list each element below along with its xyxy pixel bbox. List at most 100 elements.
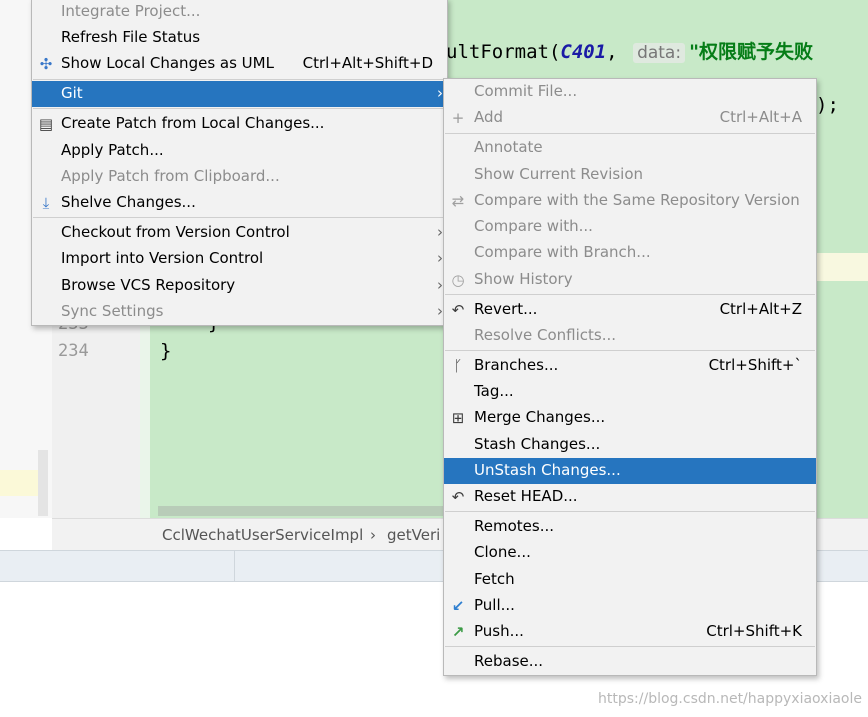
git-submenu: Commit File... + Add Ctrl+Alt+A Annotate… — [443, 78, 817, 676]
menu-item-rebase[interactable]: Rebase... — [444, 649, 816, 675]
menu-item-label: Apply Patch from Clipboard... — [61, 167, 280, 185]
watermark: https://blog.csdn.net/happyxiaoxiaole — [598, 691, 862, 707]
menu-item-add[interactable]: + Add Ctrl+Alt+A — [444, 105, 816, 131]
menu-separator — [33, 217, 446, 218]
push-icon: ↗ — [451, 623, 465, 641]
menu-item-tag[interactable]: Tag... — [444, 379, 816, 405]
menu-item-label: Shelve Changes... — [61, 193, 196, 211]
menu-item-import[interactable]: Import into Version Control › — [32, 246, 447, 272]
menu-separator — [445, 294, 815, 295]
breadcrumb-method[interactable]: getVeri — [387, 526, 440, 544]
menu-item-label: Show Local Changes as UML — [61, 54, 274, 72]
menu-item-annotate[interactable]: Annotate — [444, 135, 816, 161]
menu-item-commit-file[interactable]: Commit File... — [444, 79, 816, 105]
menu-item-fetch[interactable]: Fetch — [444, 567, 816, 593]
history-icon: ◷ — [451, 271, 465, 289]
merge-icon: ⊞ — [451, 409, 465, 427]
menu-item-resolve-conflicts[interactable]: Resolve Conflicts... — [444, 323, 816, 349]
menu-separator — [445, 646, 815, 647]
menu-item-label: Compare with... — [474, 217, 593, 235]
code-line-end: ); — [816, 94, 839, 116]
branch-icon: ᚴ — [453, 357, 463, 375]
menu-separator — [445, 350, 815, 351]
menu-item-refresh-file-status[interactable]: Refresh File Status — [32, 25, 447, 51]
menu-item-revert[interactable]: ↶ Revert... Ctrl+Alt+Z — [444, 297, 816, 323]
create-patch-icon: ▤ — [38, 115, 54, 133]
menu-item-shortcut: Ctrl+Alt+Z — [719, 300, 802, 318]
menu-item-label: Git — [61, 84, 83, 102]
menu-item-label: Compare with Branch... — [474, 243, 651, 261]
menu-item-unstash-changes[interactable]: UnStash Changes... — [444, 458, 816, 484]
menu-item-label: UnStash Changes... — [474, 461, 621, 479]
shelve-icon: ⤓ — [42, 194, 50, 212]
menu-item-label: Commit File... — [474, 82, 578, 100]
menu-item-label: Create Patch from Local Changes... — [61, 114, 325, 132]
menu-item-clone[interactable]: Clone... — [444, 540, 816, 566]
menu-item-label: Pull... — [474, 596, 515, 614]
breadcrumb-separator: › — [370, 526, 376, 544]
menu-item-label: Sync Settings — [61, 302, 164, 320]
menu-item-label: Reset HEAD... — [474, 487, 578, 505]
menu-item-show-current-revision[interactable]: Show Current Revision — [444, 162, 816, 188]
menu-item-label: Browse VCS Repository — [61, 276, 236, 294]
line-number: 234 — [58, 341, 89, 361]
caret-line-highlight — [816, 253, 868, 281]
code-constant: C401 — [560, 41, 607, 63]
menu-item-label: Clone... — [474, 543, 531, 561]
menu-item-checkout[interactable]: Checkout from Version Control › — [32, 220, 447, 246]
code-brace: } — [160, 340, 172, 362]
menu-item-label: Add — [474, 108, 504, 126]
menu-item-create-patch[interactable]: ▤ Create Patch from Local Changes... — [32, 111, 447, 137]
menu-item-label: Checkout from Version Control — [61, 223, 290, 241]
code-text: , — [606, 41, 618, 63]
menu-item-git[interactable]: Git › — [32, 81, 447, 107]
menu-item-compare-with[interactable]: Compare with... — [444, 214, 816, 240]
menu-item-browse-vcs[interactable]: Browse VCS Repository › — [32, 273, 447, 299]
menu-item-show-history[interactable]: ◷ Show History — [444, 267, 816, 293]
menu-item-shelve-changes[interactable]: ⤓ Shelve Changes... — [32, 190, 447, 216]
menu-separator — [445, 133, 815, 134]
menu-separator — [445, 511, 815, 512]
menu-item-label: Remotes... — [474, 517, 554, 535]
menu-item-apply-patch[interactable]: Apply Patch... — [32, 138, 447, 164]
code-string: "权限赋予失败 — [689, 41, 813, 63]
menu-item-label: Compare with the Same Repository Version — [474, 191, 800, 209]
menu-item-branches[interactable]: ᚴ Branches... Ctrl+Shift+` — [444, 353, 816, 379]
menu-item-compare-same-repo[interactable]: ⇄ Compare with the Same Repository Versi… — [444, 188, 816, 214]
uml-diagram-icon: ✣ — [39, 55, 53, 73]
menu-item-sync-settings[interactable]: Sync Settings › — [32, 299, 447, 325]
revert-icon: ↶ — [451, 301, 465, 319]
horizontal-scrollbar[interactable] — [158, 506, 444, 516]
menu-item-label: Refresh File Status — [61, 28, 201, 46]
menu-item-pull[interactable]: ↙ Pull... — [444, 593, 816, 619]
menu-item-compare-branch[interactable]: Compare with Branch... — [444, 240, 816, 266]
menu-item-label: Rebase... — [474, 652, 544, 670]
code-line-result-format: ultFormat(C401, data: "权限赋予失败 — [446, 37, 813, 64]
vcs-menu: Integrate Project... Refresh File Status… — [31, 0, 448, 326]
menu-item-reset-head[interactable]: ↶ Reset HEAD... — [444, 484, 816, 510]
parameter-hint: data: — [633, 43, 686, 63]
left-scrollbar[interactable] — [38, 450, 48, 516]
menu-item-remotes[interactable]: Remotes... — [444, 514, 816, 540]
menu-item-label: Apply Patch... — [61, 141, 164, 159]
menu-item-label: Branches... — [474, 356, 559, 374]
reset-icon: ↶ — [451, 488, 465, 506]
menu-item-label: Show History — [474, 270, 573, 288]
menu-item-merge-changes[interactable]: ⊞ Merge Changes... — [444, 405, 816, 431]
menu-item-push[interactable]: ↗ Push... Ctrl+Shift+K — [444, 619, 816, 645]
menu-item-label: Integrate Project... — [61, 2, 201, 20]
breadcrumb-class[interactable]: CclWechatUserServiceImpl — [162, 526, 363, 544]
menu-item-label: Import into Version Control — [61, 249, 264, 267]
menu-item-integrate-project[interactable]: Integrate Project... — [32, 0, 447, 25]
menu-item-stash-changes[interactable]: Stash Changes... — [444, 432, 816, 458]
menu-separator — [33, 79, 446, 80]
divider — [234, 551, 235, 581]
menu-item-label: Fetch — [474, 570, 515, 588]
pull-icon: ↙ — [451, 597, 465, 615]
left-highlight-mark — [0, 470, 38, 496]
menu-item-shortcut: Ctrl+Alt+Shift+D — [302, 54, 433, 72]
menu-item-shortcut: Ctrl+Shift+K — [706, 622, 802, 640]
menu-item-show-local-changes-uml[interactable]: ✣ Show Local Changes as UML Ctrl+Alt+Shi… — [32, 51, 447, 77]
menu-separator — [33, 108, 446, 109]
menu-item-apply-patch-clipboard[interactable]: Apply Patch from Clipboard... — [32, 164, 447, 190]
